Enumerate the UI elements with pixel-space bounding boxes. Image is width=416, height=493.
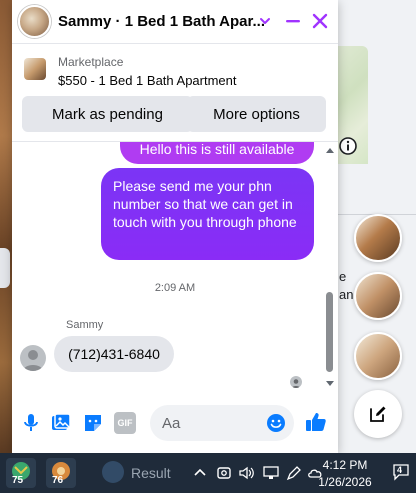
sender-avatar[interactable] xyxy=(20,345,46,371)
conversation-avatar[interactable] xyxy=(18,5,51,38)
new-message-button[interactable] xyxy=(354,390,402,438)
sticker-icon[interactable] xyxy=(82,412,104,434)
outgoing-message[interactable]: Please send me your phn number so that w… xyxy=(101,168,314,260)
conversation-title[interactable]: Sammy · 1 Bed 1 Bath Apar... xyxy=(58,13,265,30)
outgoing-message[interactable]: Hello this is still available xyxy=(120,142,314,164)
scroll-up-icon[interactable] xyxy=(325,146,335,154)
clock-time[interactable]: 4:12 PM xyxy=(300,458,390,472)
more-options-button[interactable]: More options xyxy=(187,96,326,132)
message-composer: GIF xyxy=(12,392,338,453)
minimize-icon[interactable] xyxy=(282,10,304,32)
person-icon xyxy=(291,379,301,388)
person-icon xyxy=(23,350,43,371)
clock-date[interactable]: 1/26/2026 xyxy=(300,475,390,489)
thumbs-up-icon[interactable] xyxy=(304,410,328,434)
chat-window: Sammy · 1 Bed 1 Bath Apar... Marketplace… xyxy=(12,0,338,453)
listing-title[interactable]: $550 - 1 Bed 1 Bath Apartment xyxy=(58,73,237,88)
volume-icon[interactable] xyxy=(238,464,256,482)
sender-name: Sammy xyxy=(66,319,104,331)
taskbar: 75 76 Result 4:12 PM 1/26/2026 4 xyxy=(0,453,416,493)
scroll-thumb[interactable] xyxy=(326,292,333,372)
emoji-icon[interactable] xyxy=(266,413,286,433)
message-timestamp: 2:09 AM xyxy=(154,282,196,294)
chat-head[interactable] xyxy=(354,332,402,380)
camera-icon[interactable] xyxy=(215,464,233,482)
message-input-wrapper[interactable] xyxy=(150,405,294,441)
taskbar-app-1-badge: 75 xyxy=(12,475,24,486)
background-scroll-handle xyxy=(0,248,10,288)
microphone-icon[interactable] xyxy=(20,412,42,434)
photo-icon[interactable] xyxy=(50,412,72,434)
taskbar-app-2[interactable]: 76 xyxy=(46,458,76,488)
chevron-up-icon[interactable] xyxy=(191,464,209,482)
taskbar-app-1[interactable]: 75 xyxy=(6,458,36,488)
result-app-icon[interactable] xyxy=(102,461,124,483)
message-list: Hello this is still available Please sen… xyxy=(12,142,338,392)
chat-head[interactable] xyxy=(354,214,402,262)
taskbar-app-2-badge: 76 xyxy=(52,475,64,486)
mark-as-pending-button[interactable]: Mark as pending xyxy=(22,96,193,132)
info-icon[interactable] xyxy=(338,136,358,156)
message-scrollbar[interactable] xyxy=(325,146,335,390)
gif-button[interactable]: GIF xyxy=(114,412,136,434)
seen-indicator xyxy=(290,376,302,388)
compose-icon xyxy=(370,406,386,422)
close-icon[interactable] xyxy=(309,10,331,32)
notification-count: 4 xyxy=(397,465,403,475)
listing-kicker: Marketplace xyxy=(58,55,124,69)
chat-head[interactable] xyxy=(354,272,402,320)
background-listing-image xyxy=(0,0,12,453)
background-side-text: e an xyxy=(339,269,354,302)
network-icon[interactable] xyxy=(262,464,280,482)
listing-thumbnail[interactable] xyxy=(24,58,46,80)
result-app-label[interactable]: Result xyxy=(131,465,171,481)
chevron-down-icon[interactable] xyxy=(258,14,272,28)
message-input[interactable] xyxy=(162,405,262,441)
scroll-down-icon[interactable] xyxy=(325,380,335,388)
notifications-button[interactable]: 4 xyxy=(392,463,410,481)
incoming-message[interactable]: (712)431-6840 xyxy=(54,336,174,372)
marketplace-listing-card: Marketplace $550 - 1 Bed 1 Bath Apartmen… xyxy=(12,44,338,142)
chat-header[interactable]: Sammy · 1 Bed 1 Bath Apar... xyxy=(12,0,338,44)
